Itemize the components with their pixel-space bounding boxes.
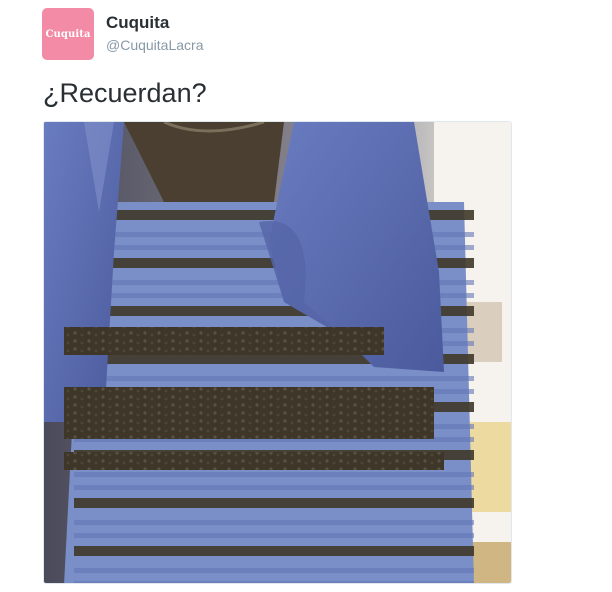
- avatar-label: Cuquita: [45, 28, 91, 40]
- dress-stripe: [74, 533, 474, 538]
- dress-stripe: [74, 568, 474, 573]
- tweet-photo[interactable]: [43, 121, 512, 584]
- dress-stripe: [74, 498, 474, 508]
- avatar[interactable]: Cuquita: [42, 8, 94, 60]
- dress-stripe: [74, 376, 474, 381]
- tweet-text: ¿Recuerdan?: [43, 78, 207, 108]
- display-name[interactable]: Cuquita: [106, 13, 169, 33]
- dress-stripe: [74, 546, 474, 556]
- dress-stripe: [74, 581, 474, 583]
- dress-stripe: [74, 520, 474, 525]
- tweet-card: Cuquita Cuquita @CuquitaLacra ¿Recuerdan…: [0, 0, 612, 592]
- dress-photo: [44, 122, 511, 583]
- dress-stripe: [74, 472, 474, 477]
- username[interactable]: @CuquitaLacra: [106, 37, 204, 53]
- dress-stripe: [74, 485, 474, 490]
